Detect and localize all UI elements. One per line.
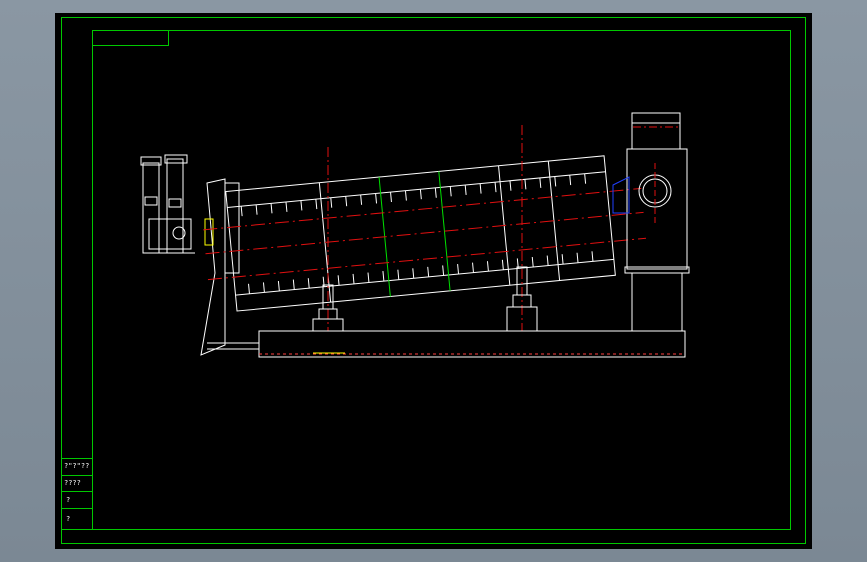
base-frame: [258, 330, 686, 358]
inner-border: [92, 30, 791, 530]
title-block-row-4: ?: [66, 515, 70, 523]
outer-border: [61, 17, 806, 544]
drive-motor: [140, 154, 214, 254]
drawing-canvas: ?"?"?? ???? ? ?: [61, 17, 806, 544]
title-block: ?"?"?? ???? ? ?: [61, 458, 93, 530]
drawing-sheet[interactable]: ?"?"?? ???? ? ?: [55, 13, 812, 549]
support-column-right: [506, 125, 538, 332]
discharge-housing: [612, 112, 690, 332]
cad-viewport[interactable]: ?"?"?? ???? ? ?: [0, 0, 867, 562]
drum: [203, 155, 647, 312]
corner-label-box: [92, 30, 169, 46]
title-block-row-2: ????: [64, 479, 81, 487]
title-block-row-1: ?"?"??: [64, 462, 89, 470]
drum-bottom-bolts: [248, 251, 594, 294]
title-block-row-3: ?: [66, 496, 70, 504]
